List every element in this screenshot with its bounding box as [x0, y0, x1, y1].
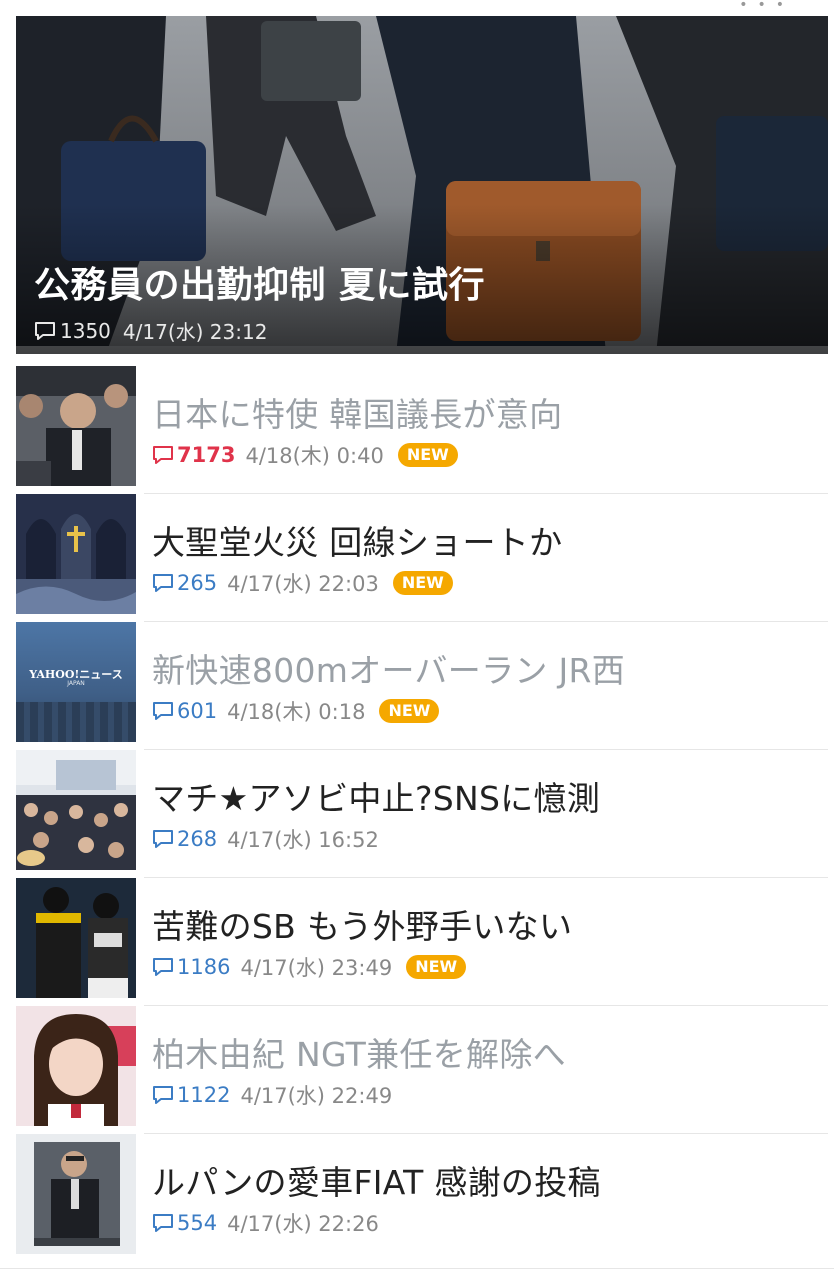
comment-icon: [153, 445, 173, 464]
overflow-dots-icon: •••: [739, 0, 794, 13]
article-date: 4/17(水) 22:49: [240, 1084, 393, 1108]
article-item[interactable]: ルパンの愛車FIAT 感謝の投稿 554 4/17(水) 22:26: [16, 1134, 828, 1262]
article-meta: 1122 4/17(水) 22:49: [152, 1080, 392, 1110]
article-item[interactable]: 苦難のSB もう外野手いない 1186 4/17(水) 23:49 NEW: [16, 878, 828, 1006]
article-date: 4/17(水) 16:52: [227, 828, 379, 852]
new-badge: NEW: [379, 699, 440, 723]
article-item[interactable]: マチ★アソビ中止?SNSに憶測 268 4/17(水) 16:52: [16, 750, 828, 878]
man-at-podium-photo: [16, 1134, 136, 1254]
article-date: 4/17(水) 22:26: [227, 1212, 379, 1236]
comment-icon: [35, 321, 55, 340]
article-item[interactable]: 柏木由紀 NGT兼任を解除へ 1122 4/17(水) 22:49: [16, 1006, 828, 1134]
article-meta: 268 4/17(水) 16:52: [152, 824, 379, 854]
comment-icon: [153, 701, 173, 720]
new-badge: NEW: [392, 571, 453, 595]
article-meta: 601 4/18(木) 0:18 NEW: [152, 696, 440, 726]
comment-icon: [153, 573, 173, 592]
article-title: 日本に特使 韓国議長が意向: [152, 395, 563, 434]
comment-icon: [153, 957, 173, 976]
article-title: 大聖堂火災 回線ショートか: [152, 523, 563, 562]
article-meta: 1186 4/17(水) 23:49 NEW: [152, 952, 467, 982]
yahoo-news-logo-image: YAHOO!ニュース JAPAN: [16, 622, 136, 742]
new-badge: NEW: [397, 443, 458, 467]
new-badge: NEW: [406, 955, 467, 979]
comment-icon: [153, 1085, 173, 1104]
hero-date: 4/17(水) 23:12: [122, 320, 268, 344]
city-skyline: [16, 702, 136, 742]
hero-comment-count: 1350: [60, 318, 111, 343]
baseball-players-photo: [16, 878, 136, 998]
hero-title: 公務員の出勤抑制 夏に試行: [34, 265, 486, 306]
comment-icon: [153, 1213, 173, 1232]
press-conference-photo: [16, 366, 136, 486]
article-item[interactable]: 日本に特使 韓国議長が意向 7173 4/18(木) 0:40 NEW: [16, 366, 828, 494]
hero-article[interactable]: 公務員の出勤抑制 夏に試行 1350 4/17(水) 23:12: [16, 16, 828, 354]
comment-count: 554: [177, 1211, 218, 1235]
article-list: 日本に特使 韓国議長が意向 7173 4/18(木) 0:40 NEW 大聖堂火…: [16, 366, 828, 1262]
outdoor-event-crowd-photo: [16, 750, 136, 870]
bottom-divider: [0, 1268, 834, 1269]
article-date: 4/17(水) 23:49: [240, 956, 393, 980]
article-title: 苦難のSB もう外野手いない: [152, 907, 573, 946]
yahoo-logo-subtext: JAPAN: [67, 680, 85, 687]
comment-count: 265: [177, 571, 218, 595]
article-item[interactable]: YAHOO!ニュース JAPAN 新快速800mオーバーラン JR西 601 4…: [16, 622, 828, 750]
article-date: 4/18(木) 0:18: [227, 700, 366, 724]
article-title: 柏木由紀 NGT兼任を解除へ: [152, 1035, 566, 1074]
article-title: ルパンの愛車FIAT 感謝の投稿: [152, 1163, 601, 1202]
comment-icon: [153, 829, 173, 848]
comment-count: 601: [177, 699, 218, 723]
article-meta: 7173 4/18(木) 0:40 NEW: [152, 440, 458, 470]
hero-meta: 1350 4/17(水) 23:12: [34, 316, 267, 345]
comment-count: 268: [177, 827, 218, 851]
comment-count: 1122: [177, 1083, 231, 1107]
article-meta: 265 4/17(水) 22:03 NEW: [152, 568, 453, 598]
article-title: 新快速800mオーバーラン JR西: [152, 651, 626, 690]
idol-portrait-photo: [16, 1006, 136, 1126]
comment-count: 7173: [177, 443, 236, 467]
top-bar: •••: [0, 0, 834, 16]
cathedral-interior-photo: [16, 494, 136, 614]
article-meta: 554 4/17(水) 22:26: [152, 1208, 379, 1238]
article-date: 4/17(水) 22:03: [227, 572, 379, 596]
comment-count: 1186: [177, 955, 231, 979]
article-title: マチ★アソビ中止?SNSに憶測: [152, 779, 601, 818]
article-item[interactable]: 大聖堂火災 回線ショートか 265 4/17(水) 22:03 NEW: [16, 494, 828, 622]
article-date: 4/18(木) 0:40: [245, 444, 384, 468]
